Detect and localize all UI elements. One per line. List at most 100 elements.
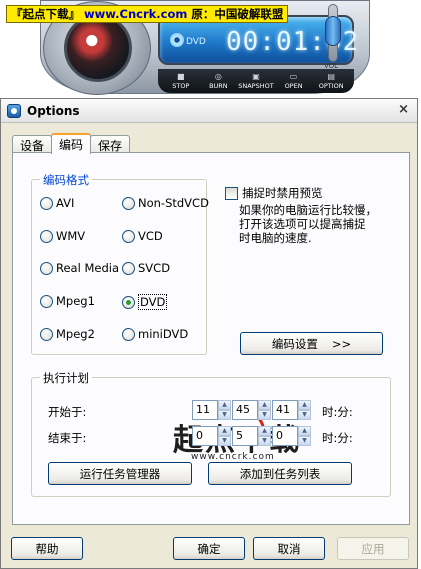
radio-avi[interactable]: AVI	[40, 196, 74, 210]
start-hour-spinner[interactable]: 11 ▲ ▼	[192, 400, 231, 420]
stop-button[interactable]: ■ STOP	[162, 69, 200, 93]
radio-label: miniDVD	[138, 327, 189, 341]
option-label: OPTION	[318, 82, 344, 90]
start-second-spinner[interactable]: 41 ▲ ▼	[272, 400, 311, 420]
end-minute-input[interactable]: 5	[232, 426, 258, 446]
spin-buttons[interactable]: ▲ ▼	[218, 426, 231, 446]
radio-label: DVD	[138, 294, 168, 310]
start-label: 开始于:	[48, 405, 87, 419]
burn-label: BURN	[209, 82, 228, 90]
end-second-input[interactable]: 0	[272, 426, 298, 446]
cancel-button[interactable]: 取消	[253, 537, 325, 560]
player-controls: ■ STOP ◎ BURN ▣ SNAPSHOT ▭ OPEN ▤ OPTION	[158, 69, 354, 93]
spin-up-icon[interactable]: ▲	[298, 400, 311, 410]
tab-encode[interactable]: 编码	[51, 133, 92, 154]
tab-strip: 设备 编码 保存	[12, 133, 131, 154]
radio-real-media[interactable]: Real Media	[40, 261, 119, 275]
spin-down-icon[interactable]: ▼	[218, 410, 231, 420]
spin-down-icon[interactable]: ▼	[298, 410, 311, 420]
encode-settings-button[interactable]: 编码设置 >>	[240, 332, 383, 355]
encode-settings-label: 编码设置	[271, 336, 318, 351]
disc-icon	[170, 33, 184, 47]
banner-suffix: 原：中国破解联盟	[191, 7, 284, 21]
checkbox-label: 捕捉时禁用预览	[242, 186, 323, 200]
chevron-right-icon: >>	[331, 336, 352, 351]
radio-button[interactable]	[40, 327, 53, 341]
preview-hint: 如果你的电脑运行比较慢， 打开该选项可以提高捕捉 时电脑的速度.	[239, 203, 377, 245]
spin-down-icon[interactable]: ▼	[258, 436, 271, 446]
radio-dvd[interactable]: DVD	[122, 294, 168, 310]
radio-button[interactable]	[40, 229, 53, 243]
help-button[interactable]: 帮助	[11, 537, 83, 560]
title-bar: Options ×	[1, 99, 417, 123]
end-unit-label: 时:分:	[322, 431, 353, 445]
close-icon[interactable]: ×	[398, 102, 409, 117]
spin-buttons[interactable]: ▲ ▼	[258, 400, 271, 420]
radio-button[interactable]	[122, 229, 135, 243]
end-minute-spinner[interactable]: 5 ▲ ▼	[232, 426, 271, 446]
spin-buttons[interactable]: ▲ ▼	[218, 400, 231, 420]
end-second-spinner[interactable]: 0 ▲ ▼	[272, 426, 311, 446]
stop-label: STOP	[172, 82, 190, 90]
stop-icon: ■	[177, 72, 185, 81]
volume-slider[interactable]: VOL	[318, 2, 348, 72]
radio-button[interactable]	[122, 327, 135, 341]
checkbox-box[interactable]	[225, 186, 238, 200]
open-label: OPEN	[284, 82, 303, 90]
radio-mpeg2[interactable]: Mpeg2	[40, 327, 95, 341]
start-second-input[interactable]: 41	[272, 400, 298, 420]
radio-button[interactable]	[122, 196, 135, 210]
spin-buttons[interactable]: ▲ ▼	[298, 400, 311, 420]
snapshot-button[interactable]: ▣ SNAPSHOT	[237, 69, 275, 93]
option-button[interactable]: ▤ OPTION	[312, 69, 350, 93]
radio-label: AVI	[56, 196, 75, 210]
spin-up-icon[interactable]: ▲	[218, 400, 231, 410]
volume-knob[interactable]	[325, 16, 341, 46]
radio-svcd[interactable]: SVCD	[122, 261, 170, 275]
radio-vcd[interactable]: VCD	[122, 229, 163, 243]
radio-label: Real Media	[56, 261, 119, 275]
disc-type-label: DVD	[186, 37, 206, 47]
start-minute-spinner[interactable]: 45 ▲ ▼	[232, 400, 271, 420]
radio-mini-dvd[interactable]: miniDVD	[122, 327, 188, 341]
radio-mpeg1[interactable]: Mpeg1	[40, 294, 95, 308]
spin-up-icon[interactable]: ▲	[298, 426, 311, 436]
open-button[interactable]: ▭ OPEN	[275, 69, 313, 93]
spin-buttons[interactable]: ▲ ▼	[298, 426, 311, 446]
spin-up-icon[interactable]: ▲	[258, 426, 271, 436]
add-to-task-list-button[interactable]: 添加到任务列表	[208, 462, 352, 485]
ok-button[interactable]: 确定	[173, 537, 245, 560]
spin-up-icon[interactable]: ▲	[218, 426, 231, 436]
option-icon: ▤	[327, 72, 335, 81]
dialog-title: Options	[27, 103, 80, 118]
start-unit-label: 时:分:	[322, 405, 353, 419]
volume-label: VOL	[324, 62, 339, 70]
start-minute-input[interactable]: 45	[232, 400, 258, 420]
radio-label: Non-StdVCD	[138, 196, 209, 210]
apply-button[interactable]: 应用	[337, 537, 409, 560]
radio-non-std-vcd[interactable]: Non-StdVCD	[122, 196, 209, 210]
options-dialog: Options × 设备 编码 保存 编码格式 AVI Non-StdVCD W…	[0, 98, 418, 569]
spin-up-icon[interactable]: ▲	[258, 400, 271, 410]
start-hour-input[interactable]: 11	[192, 400, 218, 420]
spin-down-icon[interactable]: ▼	[298, 436, 311, 446]
radio-button[interactable]	[40, 294, 53, 308]
radio-button[interactable]	[40, 196, 53, 210]
radio-button[interactable]	[40, 261, 53, 275]
spin-buttons[interactable]: ▲ ▼	[258, 426, 271, 446]
burn-button[interactable]: ◎ BURN	[200, 69, 238, 93]
radio-label: WMV	[56, 229, 86, 243]
burn-icon: ◎	[214, 72, 222, 81]
disable-preview-checkbox[interactable]: 捕捉时禁用预览	[225, 185, 323, 201]
spin-down-icon[interactable]: ▼	[218, 436, 231, 446]
run-task-manager-button[interactable]: 运行任务管理器	[48, 462, 192, 485]
radio-button[interactable]	[122, 261, 135, 275]
spin-down-icon[interactable]: ▼	[258, 410, 271, 420]
radio-label: VCD	[138, 229, 163, 243]
end-hour-input[interactable]: 0	[192, 426, 218, 446]
site-banner: 『起点下载』 www.Cncrk.com 原：中国破解联盟	[6, 5, 289, 23]
radio-button-selected[interactable]	[122, 295, 135, 309]
radio-wmv[interactable]: WMV	[40, 229, 85, 243]
end-hour-spinner[interactable]: 0 ▲ ▼	[192, 426, 231, 446]
lens-icon	[64, 14, 132, 82]
